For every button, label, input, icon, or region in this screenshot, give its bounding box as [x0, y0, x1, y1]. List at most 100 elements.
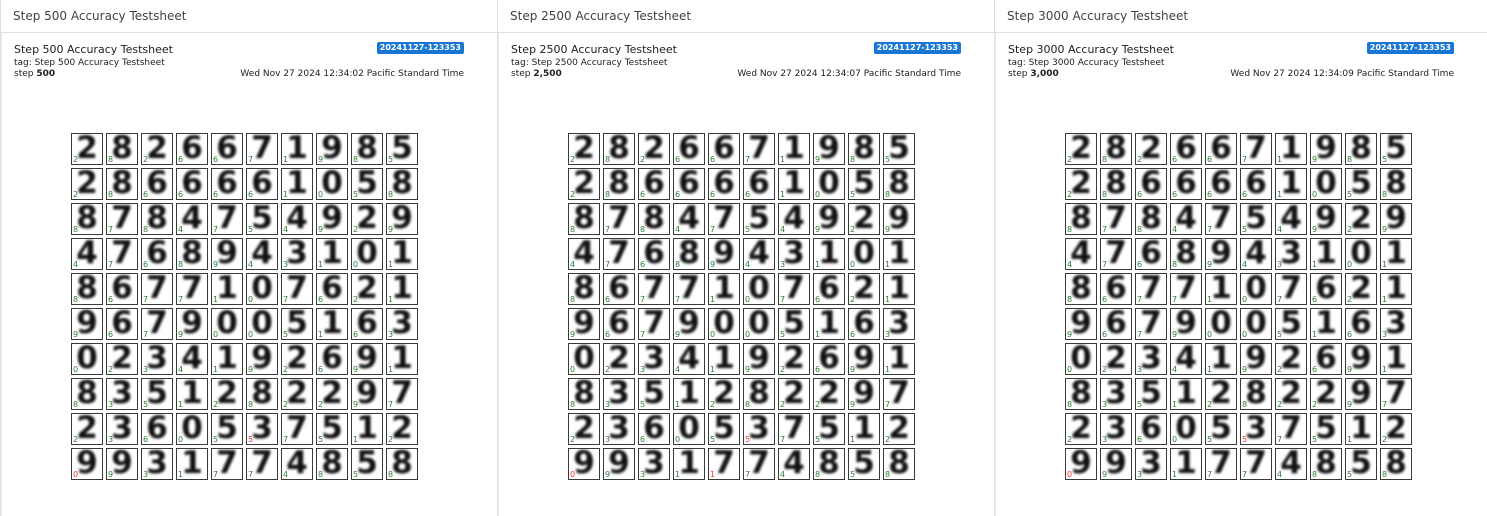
prediction-label: 0	[570, 365, 576, 374]
prediction-label: 8	[1172, 260, 1178, 269]
prediction-label: 0	[815, 190, 821, 199]
prediction-label: 6	[815, 295, 821, 304]
digit-cell: 22	[778, 343, 810, 375]
prediction-label: 5	[1312, 435, 1318, 444]
digit-cell: 33	[1135, 448, 1167, 480]
digit-cell: 44	[673, 343, 705, 375]
digit-cell: 22	[813, 378, 845, 410]
digit-cell: 77	[141, 308, 173, 340]
digit-cell: 88	[106, 133, 138, 165]
prediction-label: 5	[1277, 330, 1283, 339]
digit-cell: 88	[1240, 378, 1272, 410]
prediction-label: 2	[1277, 365, 1283, 374]
card-step: step 500	[14, 69, 55, 79]
run-badge[interactable]: 20241127-123353	[1366, 42, 1454, 54]
prediction-label: 8	[178, 260, 184, 269]
digit-grid[interactable]: 2288226666771199885522886666666611005588…	[568, 133, 915, 480]
prediction-label: 3	[640, 470, 646, 479]
prediction-label: 9	[353, 400, 359, 409]
digit-cell: 66	[246, 168, 278, 200]
prediction-label: 7	[1277, 295, 1283, 304]
digit-cell: 77	[743, 448, 775, 480]
digit-cell: 77	[708, 203, 740, 235]
prediction-label: 7	[213, 470, 219, 479]
prediction-label: 8	[1102, 155, 1108, 164]
digit-cell: 11	[778, 168, 810, 200]
digit-cell: 55	[1240, 203, 1272, 235]
prediction-label: 1	[1277, 155, 1283, 164]
digit-cell: 22	[778, 378, 810, 410]
prediction-label: 8	[605, 155, 611, 164]
prediction-label: 6	[213, 190, 219, 199]
prediction-label: 6	[178, 190, 184, 199]
prediction-label: 1	[710, 295, 716, 304]
prediction-label: 4	[73, 260, 79, 269]
prediction-label: 7	[605, 225, 611, 234]
digit-cell: 35	[743, 413, 775, 445]
prediction-label: 3	[640, 365, 646, 374]
digit-cell: 33	[883, 308, 915, 340]
digit-cell: 11	[813, 308, 845, 340]
prediction-label: 0	[248, 295, 254, 304]
step-value: 500	[36, 69, 56, 79]
prediction-label: 6	[1207, 190, 1213, 199]
digit-cell: 99	[1205, 238, 1237, 270]
prediction-label: 5	[885, 155, 891, 164]
prediction-label: 6	[318, 365, 324, 374]
prediction-label: 2	[353, 295, 359, 304]
prediction-label: 7	[143, 295, 149, 304]
prediction-label: 6	[1347, 330, 1353, 339]
digit-grid[interactable]: 2288226666771199885522886666666611005588…	[71, 133, 418, 480]
digit-cell: 77	[211, 448, 243, 480]
prediction-label: 5	[1382, 155, 1388, 164]
prediction-label: 9	[570, 330, 576, 339]
prediction-label: 0	[353, 260, 359, 269]
run-badge[interactable]: 20241127-123353	[873, 42, 961, 54]
digit-grid[interactable]: 2288226666771199885522886666666611005588…	[1065, 133, 1412, 480]
panel-header[interactable]: Step 500 Accuracy Testsheet	[1, 0, 497, 33]
digit-cell: 77	[386, 378, 418, 410]
digit-cell: 66	[603, 308, 635, 340]
digit-cell: 00	[211, 308, 243, 340]
digit-cell: 77	[1100, 238, 1132, 270]
prediction-label: 6	[108, 295, 114, 304]
panel-header[interactable]: Step 3000 Accuracy Testsheet	[995, 0, 1487, 33]
digit-cell: 66	[1345, 308, 1377, 340]
digit-cell: 66	[1170, 168, 1202, 200]
digit-cell: 88	[568, 273, 600, 305]
prediction-label: 8	[640, 225, 646, 234]
prediction-label: 8	[850, 155, 856, 164]
card-step: step 3,000	[1008, 69, 1059, 79]
prediction-label: 2	[73, 435, 79, 444]
prediction-label: 2	[850, 295, 856, 304]
digit-cell: 66	[1240, 168, 1272, 200]
digit-cell: 99	[568, 308, 600, 340]
panel-header[interactable]: Step 2500 Accuracy Testsheet	[498, 0, 994, 33]
digit-cell: 77	[638, 308, 670, 340]
prediction-label: 2	[1067, 155, 1073, 164]
digit-cell: 77	[211, 203, 243, 235]
run-badge[interactable]: 20241127-123353	[376, 42, 464, 54]
digit-cell: 77	[743, 133, 775, 165]
prediction-label: 6	[710, 155, 716, 164]
prediction-label: 1	[780, 155, 786, 164]
prediction-label: 1	[283, 155, 289, 164]
prediction-label: 6	[640, 260, 646, 269]
digit-cell: 88	[1380, 168, 1412, 200]
scalar-panel-step-3000: Step 3000 Accuracy Testsheet Step 3000 A…	[994, 0, 1487, 516]
prediction-label: 6	[143, 190, 149, 199]
digit-cell: 44	[1275, 203, 1307, 235]
digit-cell: 11	[813, 238, 845, 270]
digit-cell: 88	[1065, 203, 1097, 235]
digit-cell: 44	[281, 448, 313, 480]
prediction-label: 1	[710, 365, 716, 374]
prediction-label: 5	[710, 435, 716, 444]
prediction-label: 5	[353, 190, 359, 199]
digit-cell: 22	[141, 133, 173, 165]
prediction-label: 2	[143, 155, 149, 164]
digit-cell: 99	[848, 378, 880, 410]
digit-cell: 11	[673, 378, 705, 410]
digit-cell: 77	[638, 273, 670, 305]
digit-cell: 66	[176, 168, 208, 200]
prediction-label: 2	[1382, 435, 1388, 444]
